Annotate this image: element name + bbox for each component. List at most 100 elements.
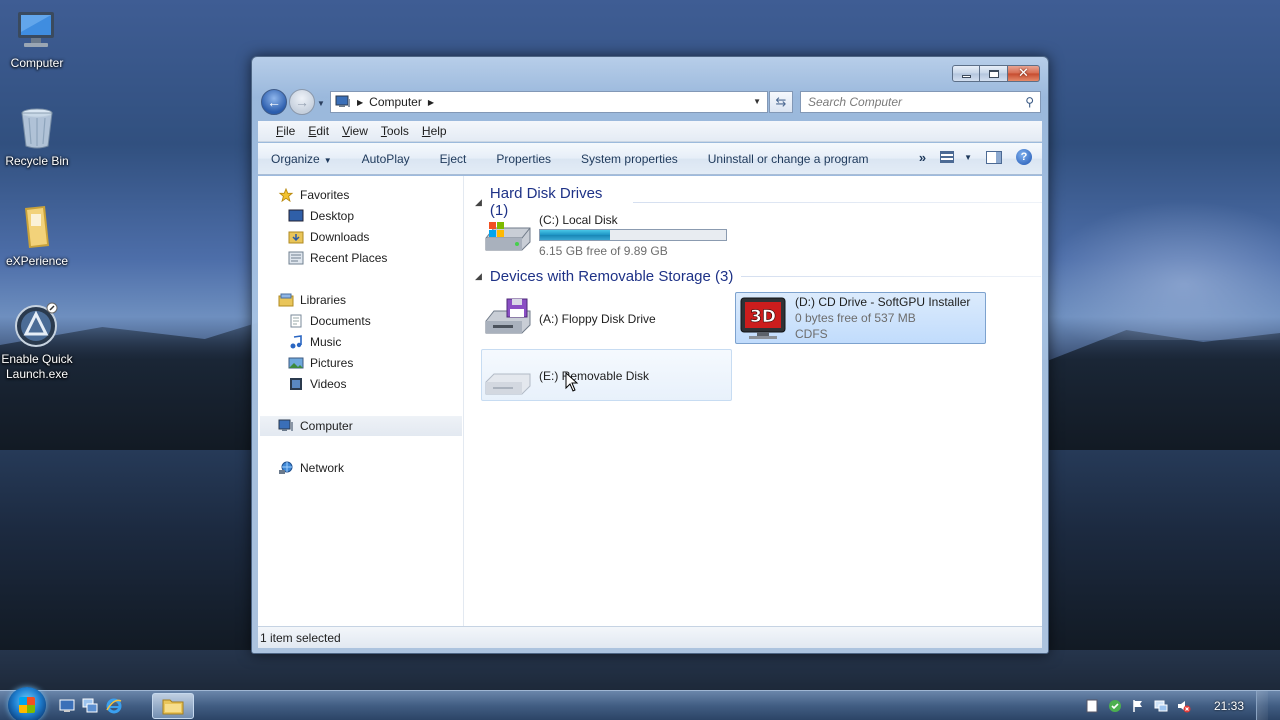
nav-music[interactable]: Music — [288, 332, 341, 352]
explorer-window: ✕ ← → ▼ ▶ Computer ▶ ▼ ⇆ ⚲ File Edit Vie… — [251, 56, 1049, 654]
star-icon — [278, 188, 294, 202]
desktop-icon-enable-quick-launch[interactable]: Enable Quick Launch.exe — [0, 302, 77, 382]
pictures-icon — [288, 357, 304, 369]
windows-logo-icon — [19, 697, 35, 713]
search-input[interactable] — [808, 95, 1008, 109]
toolbar-right: » ▼ ? — [905, 149, 1032, 165]
nav-downloads[interactable]: Downloads — [288, 227, 369, 247]
forward-arrow-icon: → — [295, 94, 309, 110]
tray-security-icon[interactable] — [1108, 699, 1122, 713]
collapse-triangle-icon[interactable]: ◢ — [475, 271, 482, 282]
menu-help[interactable]: Help — [422, 124, 447, 138]
menu-label: elp — [430, 124, 447, 138]
nav-label: Network — [300, 461, 345, 475]
libraries-icon — [278, 293, 294, 307]
caption-buttons: ✕ — [952, 65, 1040, 82]
desktop-icon-computer[interactable]: Computer — [0, 10, 77, 71]
nav-label: Libraries — [300, 293, 347, 307]
nav-libraries[interactable]: Libraries — [278, 290, 346, 310]
breadcrumb-computer[interactable]: Computer — [369, 95, 422, 109]
properties-button[interactable]: Properties — [496, 152, 551, 166]
chevron-down-icon: ▼ — [323, 155, 332, 165]
chevron-down-icon: ▼ — [964, 152, 972, 162]
explorer-folder-icon — [162, 699, 184, 715]
address-dropdown-icon[interactable]: ▼ — [753, 97, 761, 106]
show-desktop-quicklaunch-icon[interactable] — [59, 698, 75, 714]
drive-free-space: 0 bytes free of 537 MB — [795, 311, 916, 325]
drive-usage-fill — [540, 230, 611, 240]
clock[interactable]: 21:33 — [1214, 699, 1244, 713]
menu-tools[interactable]: Tools — [381, 124, 409, 138]
nav-label: Pictures — [310, 356, 354, 370]
forward-button[interactable]: → — [289, 89, 315, 115]
close-button[interactable]: ✕ — [1008, 65, 1040, 82]
menu-accel: H — [421, 124, 431, 138]
tray-action-center-flag-icon[interactable] — [1131, 699, 1145, 713]
nav-network[interactable]: Network — [278, 458, 344, 478]
nav-computer[interactable]: Computer — [260, 416, 462, 436]
nav-pictures[interactable]: Pictures — [288, 353, 353, 373]
menu-edit[interactable]: Edit — [308, 124, 329, 138]
navigation-pane: Favorites Desktop Downloads Recent Place… — [258, 176, 464, 626]
nav-desktop[interactable]: Desktop — [288, 206, 354, 226]
collapse-triangle-icon[interactable]: ◢ — [475, 197, 482, 208]
minimize-icon — [961, 74, 971, 78]
menu-file[interactable]: File — [276, 124, 295, 138]
computer-icon — [278, 419, 293, 431]
desktop-icon-experience[interactable]: eXPerience — [0, 204, 77, 269]
close-icon: ✕ — [1018, 66, 1029, 81]
system-properties-button[interactable]: System properties — [581, 152, 678, 166]
help-icon[interactable]: ? — [1016, 149, 1032, 165]
folder-icon — [25, 206, 49, 248]
nav-videos[interactable]: Videos — [288, 374, 346, 394]
view-icon — [940, 151, 955, 163]
change-view-button[interactable]: ▼ — [940, 151, 972, 163]
drive-d[interactable]: 3D (D:) CD Drive - SoftGPU Installer 0 b… — [739, 294, 970, 342]
more-commands-icon[interactable]: » — [919, 150, 926, 165]
search-box[interactable]: ⚲ — [800, 91, 1041, 113]
tray-document-icon[interactable] — [1085, 699, 1099, 713]
breadcrumb-separator-icon[interactable]: ▶ — [428, 98, 434, 107]
computer-icon — [335, 95, 350, 107]
tray-network-icon[interactable] — [1154, 699, 1168, 713]
maximize-button[interactable] — [980, 65, 1008, 82]
nav-label: Recent Places — [310, 251, 388, 265]
uninstall-button[interactable]: Uninstall or change a program — [708, 152, 869, 166]
nav-recent-places[interactable]: Recent Places — [288, 248, 387, 268]
address-bar[interactable]: ▶ Computer ▶ ▼ — [330, 91, 768, 113]
recent-places-icon — [288, 251, 304, 265]
preview-pane-icon[interactable] — [986, 150, 1002, 164]
command-bar: Organize ▼ AutoPlay Eject Properties Syst… — [258, 143, 1042, 175]
drive-c[interactable]: (C:) Local Disk 6.15 GB free of 9.89 GB — [483, 212, 727, 259]
refresh-button[interactable]: ⇆ — [769, 91, 793, 113]
music-icon — [290, 335, 302, 349]
organize-button[interactable]: Organize ▼ — [271, 152, 332, 166]
refresh-icon: ⇆ — [775, 94, 787, 109]
removable-disk-icon — [485, 373, 531, 395]
switch-windows-icon[interactable] — [82, 698, 98, 714]
start-button[interactable] — [8, 687, 46, 720]
back-button[interactable]: ← — [261, 89, 287, 115]
breadcrumb-separator-icon[interactable]: ▶ — [357, 98, 363, 107]
mouse-cursor-icon — [565, 372, 579, 392]
taskbar-explorer-button[interactable] — [152, 693, 194, 719]
nav-favorites[interactable]: Favorites — [278, 185, 349, 205]
nav-documents[interactable]: Documents — [288, 311, 371, 331]
nav-label: Videos — [310, 377, 347, 391]
eject-button[interactable]: Eject — [440, 152, 467, 166]
group-header-removable-storage[interactable]: ◢ Devices with Removable Storage (3) — [475, 268, 1042, 285]
back-arrow-icon: ← — [267, 94, 281, 110]
minimize-button[interactable] — [952, 65, 980, 82]
recent-pages-dropdown[interactable]: ▼ — [317, 99, 325, 108]
desktop-icon-recycle-bin[interactable]: Recycle Bin — [0, 106, 77, 169]
drive-a[interactable]: (A:) Floppy Disk Drive — [483, 296, 656, 342]
tray-volume-muted-icon[interactable] — [1177, 699, 1191, 713]
internet-explorer-icon[interactable] — [106, 698, 122, 714]
menu-accel: V — [342, 124, 350, 138]
search-icon[interactable]: ⚲ — [1025, 95, 1034, 109]
hard-disk-icon — [485, 221, 531, 250]
menu-view[interactable]: View — [342, 124, 368, 138]
show-desktop-button[interactable] — [1256, 691, 1268, 720]
autoplay-button[interactable]: AutoPlay — [362, 152, 410, 166]
drive-name: (D:) CD Drive - SoftGPU Installer — [795, 295, 971, 309]
